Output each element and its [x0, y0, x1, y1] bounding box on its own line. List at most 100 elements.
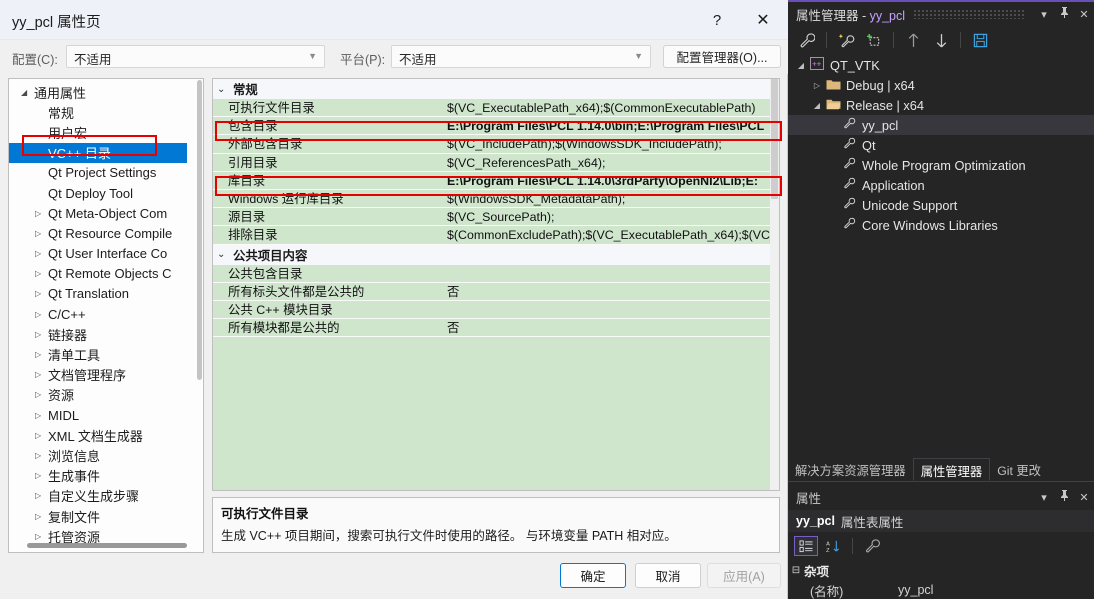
chevron-right-icon[interactable]: ▷ — [35, 289, 48, 298]
grid-property-row[interactable]: 所有模块都是公共的否 — [213, 319, 771, 337]
panel-tab[interactable]: 属性管理器 — [913, 458, 991, 481]
property-sheet-node[interactable]: Application — [788, 175, 1094, 195]
chevron-right-icon[interactable]: ▷ — [35, 491, 48, 500]
properties-row-value[interactable]: yy_pcl — [898, 583, 933, 597]
grid-property-row[interactable]: 库目录E:\Program Files\PCL 1.14.0\3rdParty\… — [213, 172, 771, 190]
chevron-right-icon[interactable]: ▷ — [35, 411, 48, 420]
tree-item[interactable]: Qt Project Settings — [9, 163, 204, 183]
tree-item[interactable]: ▷Qt User Interface Co — [9, 244, 204, 264]
properties-row[interactable]: (名称)yy_pcl — [788, 580, 1094, 599]
grid-property-value[interactable]: $(VC_SourcePath); — [443, 208, 771, 226]
property-sheet-node[interactable]: yy_pcl — [788, 115, 1094, 135]
grid-property-value[interactable] — [443, 265, 771, 283]
pin-icon[interactable] — [1054, 490, 1074, 504]
property-sheet-node[interactable]: ◢Release | x64 — [788, 95, 1094, 115]
grid-property-value[interactable]: 否 — [443, 319, 771, 337]
chevron-down-icon[interactable]: ◢ — [794, 61, 808, 70]
property-sheet-node[interactable]: ◢++QT_VTK — [788, 55, 1094, 75]
property-pages-icon[interactable] — [860, 536, 884, 556]
chevron-right-icon[interactable]: ▷ — [810, 81, 824, 90]
tree-horizontal-scrollbar[interactable] — [27, 543, 187, 548]
grid-property-row[interactable]: 排除目录$(CommonExcludePath);$(VC_Executable… — [213, 226, 771, 244]
chevron-right-icon[interactable]: ▷ — [35, 249, 48, 258]
chevron-right-icon[interactable]: ▷ — [35, 512, 48, 521]
grid-property-row[interactable]: 源目录$(VC_SourcePath); — [213, 208, 771, 226]
grid-property-value[interactable]: 否 — [443, 283, 771, 301]
apply-button[interactable]: 应用(A) — [707, 563, 781, 588]
help-icon[interactable]: ? — [694, 0, 740, 40]
tree-item[interactable]: ▷Qt Translation — [9, 284, 204, 304]
tree-item[interactable]: ▷资源 — [9, 385, 204, 405]
tree-item[interactable]: ▷生成事件 — [9, 466, 204, 486]
grid-property-value[interactable]: $(CommonExcludePath);$(VC_ExecutablePath… — [443, 226, 771, 244]
move-up-icon[interactable] — [900, 29, 926, 51]
grid-property-row[interactable]: 外部包含目录$(VC_IncludePath);$(WindowsSDK_Inc… — [213, 135, 771, 153]
tree-item[interactable]: ▷Qt Resource Compile — [9, 223, 204, 243]
tree-item[interactable]: ▷MIDL — [9, 405, 204, 425]
property-sheet-node[interactable]: Qt — [788, 135, 1094, 155]
grid-property-value[interactable]: $(VC_IncludePath);$(WindowsSDK_IncludePa… — [443, 135, 771, 153]
grid-property-row[interactable]: 所有标头文件都是公共的否 — [213, 283, 771, 301]
chevron-right-icon[interactable]: ▷ — [35, 431, 48, 440]
configuration-select[interactable]: 不适用 ▼ — [66, 45, 325, 68]
tree-item[interactable]: ◢通用属性 — [9, 82, 204, 102]
configuration-manager-button[interactable]: 配置管理器(O)... — [663, 45, 781, 68]
tree-item[interactable]: ▷C/C++ — [9, 304, 204, 324]
chevron-right-icon[interactable]: ▷ — [35, 269, 48, 278]
property-sheet-node[interactable]: Unicode Support — [788, 195, 1094, 215]
cancel-button[interactable]: 取消 — [635, 563, 701, 588]
chevron-right-icon[interactable]: ▷ — [35, 390, 48, 399]
chevron-right-icon[interactable]: ▷ — [35, 209, 48, 218]
grid-category-row[interactable]: ⌄常规 — [213, 79, 771, 99]
tree-item[interactable]: ▷Qt Meta-Object Com — [9, 203, 204, 223]
new-project-property-sheet-icon[interactable] — [861, 29, 887, 51]
ok-button[interactable]: 确定 — [560, 563, 626, 588]
chevron-right-icon[interactable]: ▷ — [35, 330, 48, 339]
platform-select[interactable]: 不适用 ▼ — [391, 45, 651, 68]
move-down-icon[interactable] — [928, 29, 954, 51]
chevron-down-icon[interactable]: ▾ — [1034, 491, 1054, 504]
property-sheet-node[interactable]: Whole Program Optimization — [788, 155, 1094, 175]
alphabetical-sort-icon[interactable]: AZ — [821, 536, 845, 556]
add-property-sheet-icon[interactable] — [833, 29, 859, 51]
chevron-right-icon[interactable]: ▷ — [35, 532, 48, 541]
chevron-down-icon[interactable]: ⌄ — [217, 84, 233, 95]
categorized-icon[interactable] — [794, 536, 818, 556]
properties-grid[interactable]: ⊟杂项(名称)yy_pcl — [788, 560, 1094, 599]
tree-item[interactable]: ▷复制文件 — [9, 506, 204, 526]
tree-item[interactable]: ▷自定义生成步骤 — [9, 486, 204, 506]
property-sheet-node[interactable]: Core Windows Libraries — [788, 215, 1094, 235]
grid-property-value[interactable]: E:\Program Files\PCL 1.14.0\3rdParty\Ope… — [443, 172, 771, 190]
close-icon[interactable]: ✕ — [1074, 491, 1094, 504]
tree-item[interactable]: ▷Qt Remote Objects C — [9, 264, 204, 284]
property-sheet-node[interactable]: ▷Debug | x64 — [788, 75, 1094, 95]
tree-item[interactable]: Qt Deploy Tool — [9, 183, 204, 203]
grid-property-value[interactable]: $(WindowsSDK_MetadataPath); — [443, 190, 771, 208]
tree-item[interactable]: ▷XML 文档生成器 — [9, 425, 204, 445]
chevron-right-icon[interactable]: ▷ — [35, 310, 48, 319]
grid-vertical-scrollbar[interactable] — [770, 79, 779, 490]
close-icon[interactable]: ✕ — [1074, 8, 1094, 21]
grid-property-value[interactable] — [443, 301, 771, 319]
grid-property-row[interactable]: Windows 运行库目录$(WindowsSDK_MetadataPath); — [213, 190, 771, 208]
wrench-icon[interactable] — [794, 29, 820, 51]
collapse-icon[interactable]: ⊟ — [788, 565, 804, 576]
chevron-right-icon[interactable]: ▷ — [35, 451, 48, 460]
chevron-right-icon[interactable]: ▷ — [35, 471, 48, 480]
properties-category-row[interactable]: ⊟杂项 — [788, 560, 1094, 580]
tree-vertical-scrollbar[interactable] — [197, 80, 202, 380]
chevron-down-icon[interactable]: ◢ — [810, 101, 824, 110]
tree-item[interactable]: ▷文档管理程序 — [9, 365, 204, 385]
grid-property-value[interactable]: $(VC_ExecutablePath_x64);$(CommonExecuta… — [443, 99, 771, 117]
chevron-down-icon[interactable]: ▾ — [1034, 8, 1054, 21]
grid-category-row[interactable]: ⌄公共项目内容 — [213, 245, 771, 265]
save-icon[interactable] — [967, 29, 993, 51]
grid-property-value[interactable]: E:\Program Files\PCL 1.14.0\bin;E:\Progr… — [443, 117, 771, 135]
property-grid[interactable]: ⌄常规可执行文件目录$(VC_ExecutablePath_x64);$(Com… — [212, 78, 780, 491]
panel-tab[interactable]: Git 更改 — [990, 458, 1048, 481]
chevron-down-icon[interactable]: ⌄ — [217, 249, 233, 260]
grid-property-row[interactable]: 公共包含目录 — [213, 265, 771, 283]
grid-property-row[interactable]: 包含目录E:\Program Files\PCL 1.14.0\bin;E:\P… — [213, 117, 771, 135]
tree-item[interactable]: ▷清单工具 — [9, 344, 204, 364]
grid-property-value[interactable]: $(VC_ReferencesPath_x64); — [443, 154, 771, 172]
